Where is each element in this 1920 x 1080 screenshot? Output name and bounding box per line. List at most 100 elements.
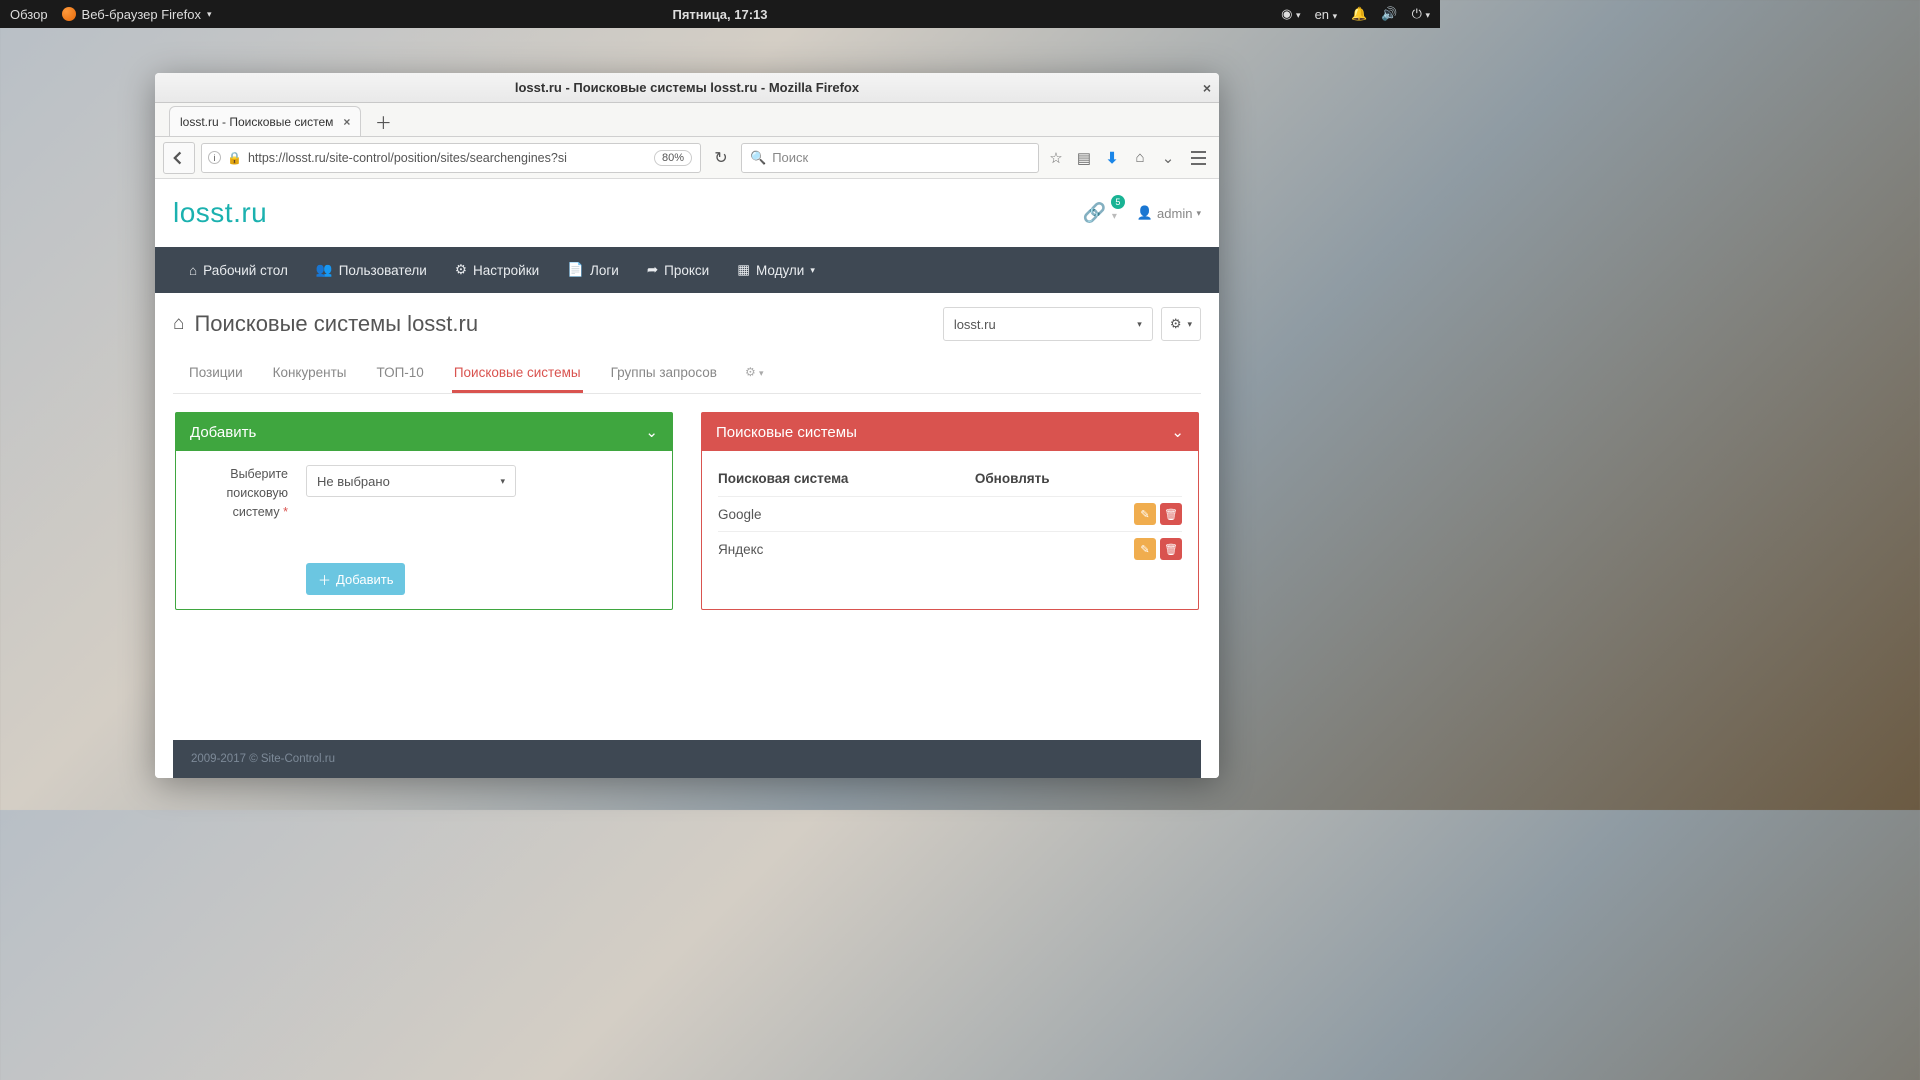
table-row: Яндекс ✎ 🗑 xyxy=(718,532,1182,567)
arrow-left-icon xyxy=(172,151,186,165)
search-placeholder: Поиск xyxy=(772,150,808,165)
pocket-icon[interactable]: ⌄ xyxy=(1157,149,1179,167)
chevron-down-icon: ▾ xyxy=(1196,208,1201,219)
nav-proxy[interactable]: ➦Прокси xyxy=(647,262,709,278)
nav-settings[interactable]: ⚙Настройки xyxy=(455,262,539,278)
url-bar[interactable]: i 🔒 https://losst.ru/site-control/positi… xyxy=(201,143,701,173)
engines-list-card: Поисковые системы ⌄ Поисковая система Об… xyxy=(701,412,1199,610)
table-row: Google ✎ 🗑 xyxy=(718,497,1182,532)
tabs-settings-button[interactable]: ⚙ ▾ xyxy=(745,365,764,393)
edit-button[interactable]: ✎ xyxy=(1134,538,1156,560)
list-card-title: Поисковые системы xyxy=(716,424,857,441)
bookmark-star-icon[interactable]: ☆ xyxy=(1045,149,1067,167)
add-button[interactable]: ＋ Добавить xyxy=(306,563,405,595)
pencil-icon: ✎ xyxy=(1140,543,1149,556)
nav-logs[interactable]: 📄Логи xyxy=(567,262,619,278)
tab-close-icon[interactable]: × xyxy=(343,115,350,129)
brand-logo[interactable]: losst.ru xyxy=(173,197,267,229)
downloads-icon[interactable]: ⬇ xyxy=(1101,149,1123,167)
page-title-row: ⌂ Поисковые системы losst.ru losst.ru ▾ … xyxy=(173,307,1201,341)
site-select[interactable]: losst.ru ▾ xyxy=(943,307,1153,341)
cart-button[interactable]: 🔗5 ▾ xyxy=(1083,201,1117,225)
app-nav: ⌂Рабочий стол 👥Пользователи ⚙Настройки 📄… xyxy=(155,247,1219,293)
power-icon[interactable]: ⏻ ▾ xyxy=(1412,6,1430,22)
add-card-title: Добавить xyxy=(190,424,256,441)
window-title: losst.ru - Поисковые системы losst.ru - … xyxy=(515,80,859,95)
footer-text: 2009-2017 © Site-Control.ru xyxy=(191,753,335,765)
user-menu[interactable]: 👤 admin ▾ xyxy=(1137,205,1201,221)
current-app-label: Веб-браузер Firefox xyxy=(82,7,201,22)
engine-name: Google xyxy=(718,497,975,532)
lock-icon: 🔒 xyxy=(227,151,242,165)
col-engine-header: Поисковая система xyxy=(718,465,975,497)
chevron-down-icon: ▾ xyxy=(207,9,212,20)
tab-engines[interactable]: Поисковые системы xyxy=(452,365,583,393)
url-text: https://losst.ru/site-control/position/s… xyxy=(248,151,648,165)
gear-icon: ⚙ xyxy=(455,262,467,278)
list-card-header[interactable]: Поисковые системы ⌄ xyxy=(702,413,1198,451)
current-app-menu[interactable]: Веб-браузер Firefox ▾ xyxy=(62,7,212,22)
tab-groups[interactable]: Группы запросов xyxy=(609,365,719,393)
delete-button[interactable]: 🗑 xyxy=(1160,503,1182,525)
add-engine-card: Добавить ⌄ Выберите поисковую систему * … xyxy=(175,412,673,610)
add-card-header[interactable]: Добавить ⌄ xyxy=(176,413,672,451)
nav-toolbar: i 🔒 https://losst.ru/site-control/positi… xyxy=(155,137,1219,179)
file-icon: 📄 xyxy=(567,262,584,278)
nav-dashboard[interactable]: ⌂Рабочий стол xyxy=(189,263,288,278)
firefox-icon xyxy=(62,7,76,21)
tab-competitors[interactable]: Конкуренты xyxy=(271,365,349,393)
page-content: losst.ru 🔗5 ▾ 👤 admin ▾ ⌂Рабочий стол 👥П… xyxy=(155,179,1219,778)
delete-button[interactable]: 🗑 xyxy=(1160,538,1182,560)
chevron-down-icon: ▾ xyxy=(500,476,505,487)
window-titlebar: losst.ru - Поисковые системы losst.ru - … xyxy=(155,73,1219,103)
tab-label: losst.ru - Поисковые систем xyxy=(180,115,333,129)
col-update-header: Обновлять xyxy=(975,465,1122,497)
tab-positions[interactable]: Позиции xyxy=(187,365,245,393)
menu-button[interactable] xyxy=(1185,145,1211,171)
pencil-icon: ✎ xyxy=(1140,508,1149,521)
zoom-indicator[interactable]: 80% xyxy=(654,150,692,166)
grid-icon: ▦ xyxy=(737,262,750,278)
back-button[interactable] xyxy=(163,142,195,174)
plus-icon: ＋ xyxy=(318,570,331,589)
engine-name: Яндекс xyxy=(718,532,975,567)
activities-button[interactable]: Обзор xyxy=(10,7,48,22)
language-indicator[interactable]: en ▾ xyxy=(1315,7,1338,22)
tab-strip: losst.ru - Поисковые систем × ＋ xyxy=(155,103,1219,137)
engine-select[interactable]: Не выбрано ▾ xyxy=(306,465,516,497)
home-icon: ⌂ xyxy=(189,263,197,278)
nav-modules[interactable]: ▦Модули ▾ xyxy=(737,262,815,278)
chevron-down-icon: ⌄ xyxy=(1171,423,1184,441)
chevron-down-icon: ▾ xyxy=(1137,319,1142,330)
sub-tabs: Позиции Конкуренты ТОП-10 Поисковые сист… xyxy=(173,365,1201,394)
volume-icon[interactable]: 🔊 xyxy=(1381,6,1397,22)
library-icon[interactable]: ▤ xyxy=(1073,149,1095,167)
page-settings-button[interactable]: ⚙▾ xyxy=(1161,307,1201,341)
engine-select-label: Выберите поисковую систему * xyxy=(192,465,288,521)
share-icon: ➦ xyxy=(647,262,658,278)
home-icon[interactable]: ⌂ xyxy=(1129,149,1151,166)
firefox-window: losst.ru - Поисковые системы losst.ru - … xyxy=(155,73,1219,778)
engine-select-value: Не выбрано xyxy=(317,474,390,489)
edit-button[interactable]: ✎ xyxy=(1134,503,1156,525)
user-icon: 👤 xyxy=(1137,205,1153,221)
info-icon[interactable]: i xyxy=(208,151,221,164)
clock[interactable]: Пятница, 17:13 xyxy=(673,7,768,22)
users-icon: 👥 xyxy=(316,262,333,278)
search-bar[interactable]: 🔍 Поиск xyxy=(741,143,1039,173)
browser-tab[interactable]: losst.ru - Поисковые систем × xyxy=(169,106,361,136)
reload-button[interactable]: ↻ xyxy=(707,148,735,168)
trash-icon: 🗑 xyxy=(1164,508,1178,521)
cart-badge: 5 xyxy=(1111,195,1125,209)
engines-table: Поисковая система Обновлять Google ✎ xyxy=(718,465,1182,566)
notifications-icon[interactable]: 🔔 xyxy=(1351,6,1367,22)
new-tab-button[interactable]: ＋ xyxy=(371,106,395,136)
nav-users[interactable]: 👥Пользователи xyxy=(316,262,427,278)
app-header: losst.ru 🔗5 ▾ 👤 admin ▾ xyxy=(155,179,1219,247)
window-close-button[interactable]: × xyxy=(1203,80,1211,96)
chevron-down-icon: ⌄ xyxy=(645,423,658,441)
page-body: ⌂ Поисковые системы losst.ru losst.ru ▾ … xyxy=(155,293,1219,778)
accessibility-icon[interactable]: ◉ ▾ xyxy=(1281,6,1301,22)
tab-top10[interactable]: ТОП-10 xyxy=(374,365,425,393)
user-name: admin xyxy=(1157,206,1192,221)
